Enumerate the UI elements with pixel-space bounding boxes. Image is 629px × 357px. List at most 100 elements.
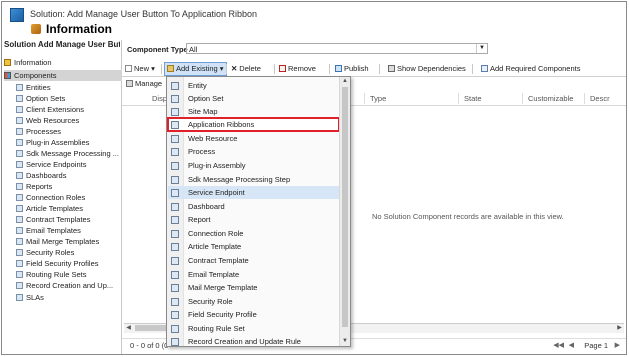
sidebar-item-service-endpoints[interactable]: Service Endpoints (16, 159, 134, 170)
menu-item-sdk-message-processing-step[interactable]: Sdk Message Processing Step (168, 173, 339, 186)
menu-item-dashboard[interactable]: Dashboard (168, 200, 339, 213)
menu-item-label: Security Role (188, 297, 233, 306)
connection-role-icon (171, 230, 179, 238)
page-title: Information (46, 22, 112, 36)
manage-icon (126, 80, 133, 87)
scroll-left-icon[interactable]: ◀ (124, 324, 133, 333)
next-page-icon[interactable]: ▶ (615, 341, 620, 349)
page-number: Page 1 (584, 341, 608, 350)
menu-item-report[interactable]: Report (168, 213, 339, 226)
menu-item-connection-role[interactable]: Connection Role (168, 227, 339, 240)
sidebar-item-email-templates[interactable]: Email Templates (16, 225, 134, 236)
component-type-select[interactable]: All ▼ (186, 43, 488, 54)
solution-label: Solution: Add Manage User Button To Appl… (30, 9, 257, 19)
menu-item-label: Report (188, 215, 211, 224)
application-ribbons-icon (171, 121, 179, 129)
sidebar-item-reports[interactable]: Reports (16, 181, 134, 192)
column-state[interactable]: State (464, 94, 482, 103)
sidebar-item-routing-rule-sets[interactable]: Routing Rule Sets (16, 269, 134, 280)
web-resource-icon (171, 135, 179, 143)
menu-item-process[interactable]: Process (168, 145, 339, 158)
slas-icon (16, 294, 23, 301)
scroll-up-icon[interactable]: ▲ (340, 77, 350, 86)
sidebar-item-option-sets[interactable]: Option Sets (16, 93, 134, 104)
sidebar-item-label: Plug-in Assemblies (26, 138, 90, 147)
sidebar-item-entities[interactable]: Entities (16, 82, 134, 93)
first-page-icon[interactable]: ◀◀ (553, 341, 564, 349)
column-display-name[interactable]: Disp (152, 94, 167, 103)
sidebar-item-processes[interactable]: Processes (16, 126, 134, 137)
sidebar-item-contract-templates[interactable]: Contract Templates (16, 214, 134, 225)
menu-item-label: Application Ribbons (188, 120, 255, 129)
security-role-icon (171, 298, 179, 306)
service-endpoint-icon (171, 189, 179, 197)
menu-item-mail-merge-template[interactable]: Mail Merge Template (168, 281, 339, 294)
sidebar-item-plugin-assemblies[interactable]: Plug-in Assemblies (16, 137, 134, 148)
info-icon (4, 59, 11, 66)
add-required-components-button[interactable]: Add Required Components (481, 63, 580, 75)
sidebar-item-connection-roles[interactable]: Connection Roles (16, 192, 134, 203)
toolbar-divider (472, 64, 473, 74)
sidebar-item-web-resources[interactable]: Web Resources (16, 115, 134, 126)
menu-item-site-map[interactable]: Site Map (168, 105, 339, 118)
sidebar-item-information[interactable]: Information (4, 57, 122, 68)
sidebar-item-client-extensions[interactable]: Client Extensions (16, 104, 134, 115)
previous-page-icon[interactable]: ◀ (569, 341, 574, 349)
menu-item-service-endpoint[interactable]: Service Endpoint (168, 186, 339, 199)
sidebar-item-label: SLAs (26, 293, 44, 302)
menu-item-contract-template[interactable]: Contract Template (168, 254, 339, 267)
sidebar-item-field-security-profiles[interactable]: Field Security Profiles (16, 258, 134, 269)
new-label: New (134, 64, 150, 73)
menu-item-security-role[interactable]: Security Role (168, 295, 339, 308)
sidebar-item-mail-merge-templates[interactable]: Mail Merge Templates (16, 236, 134, 247)
sidebar-item-article-templates[interactable]: Article Templates (16, 203, 134, 214)
toolbar: New ▾ Add Existing ▾ ✕ Delete Remove Publ… (122, 62, 626, 77)
sidebar-item-label: Record Creation and Up... (26, 281, 114, 290)
new-button[interactable]: New ▾ (125, 63, 155, 75)
toolbar-divider (161, 64, 162, 74)
remove-button[interactable]: Remove (279, 63, 316, 75)
menu-item-application-ribbons[interactable]: Application Ribbons (167, 117, 340, 132)
sidebar-item-label: Web Resources (26, 116, 80, 125)
add-existing-button[interactable]: Add Existing ▾ (164, 62, 227, 76)
menu-item-entity[interactable]: Entity (168, 79, 339, 92)
delete-icon: ✕ (231, 64, 238, 73)
menu-item-web-resource[interactable]: Web Resource (168, 132, 339, 145)
sidebar-item-dashboards[interactable]: Dashboards (16, 170, 134, 181)
column-description[interactable]: Descr (590, 94, 610, 103)
menu-item-label: Dashboard (188, 202, 225, 211)
menu-item-email-template[interactable]: Email Template (168, 268, 339, 281)
field-security-icon (16, 260, 23, 267)
publish-button[interactable]: Publish (335, 63, 369, 75)
delete-button[interactable]: ✕ Delete (231, 63, 261, 75)
toolbar-divider (379, 64, 380, 74)
menu-item-record-creation-rule[interactable]: Record Creation and Update Rule (168, 335, 339, 348)
dependencies-icon (388, 65, 395, 72)
remove-label: Remove (288, 64, 316, 73)
menu-item-routing-rule-set[interactable]: Routing Rule Set (168, 322, 339, 335)
column-divider (584, 93, 585, 104)
menu-vertical-scrollbar[interactable]: ▲ ▼ (339, 77, 350, 346)
column-customizable[interactable]: Customizable (528, 94, 573, 103)
sidebar-item-security-roles[interactable]: Security Roles (16, 247, 134, 258)
sidebar-item-components[interactable]: Components (4, 70, 122, 81)
sidebar-item-sdk-message-processing[interactable]: Sdk Message Processing ... (16, 148, 134, 159)
menu-item-field-security-profile[interactable]: Field Security Profile (168, 308, 339, 321)
menu-item-option-set[interactable]: Option Set (168, 92, 339, 105)
scroll-right-icon[interactable]: ▶ (615, 324, 624, 333)
sidebar-item-slas[interactable]: SLAs (16, 292, 134, 303)
sidebar-item-label: Connection Roles (26, 193, 86, 202)
menu-item-article-template[interactable]: Article Template (168, 240, 339, 253)
column-type[interactable]: Type (370, 94, 386, 103)
report-icon (171, 216, 179, 224)
menu-item-plugin-assembly[interactable]: Plug-in Assembly (168, 159, 339, 172)
column-divider (522, 93, 523, 104)
menu-item-label: Routing Rule Set (188, 324, 245, 333)
scroll-down-icon[interactable]: ▼ (340, 337, 350, 346)
manage-button[interactable]: Manage (126, 79, 162, 88)
add-required-icon (481, 65, 488, 72)
menu-scrollbar-thumb[interactable] (342, 87, 348, 327)
sidebar-item-record-creation[interactable]: Record Creation and Up... (16, 280, 134, 291)
show-dependencies-button[interactable]: Show Dependencies (388, 63, 466, 75)
sidebar-item-label: Email Templates (26, 226, 81, 235)
